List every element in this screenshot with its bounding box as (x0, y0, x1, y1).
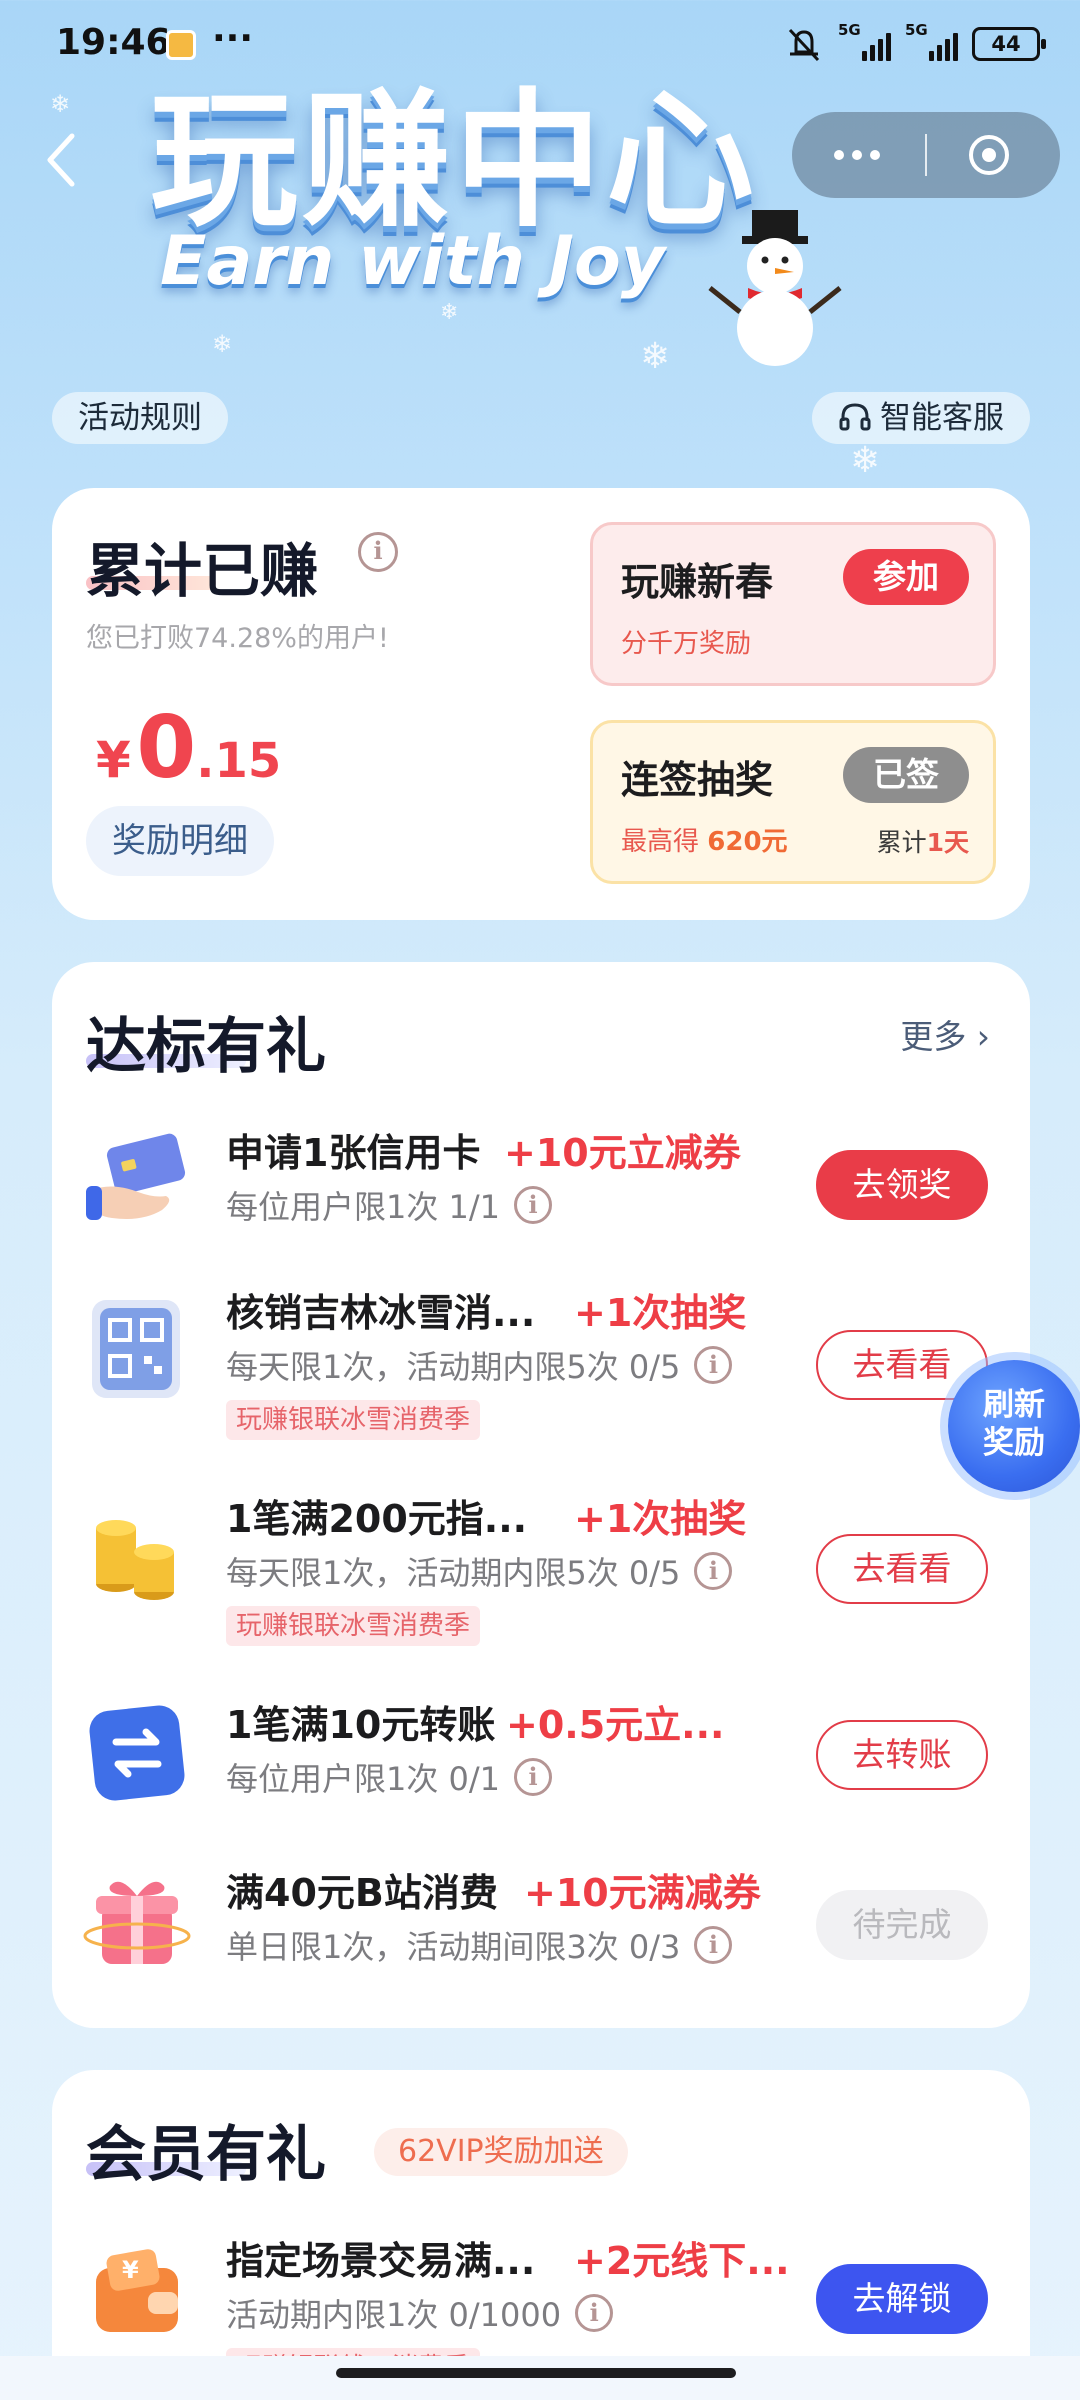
back-icon[interactable] (42, 130, 82, 190)
earnings-title: 累计已赚 (86, 537, 319, 605)
claim-reward-button[interactable]: 去领奖 (816, 1150, 988, 1220)
wallet-icon: ¥ (96, 2249, 178, 2332)
snowman-icon (708, 210, 842, 366)
earnings-card: 累计已赚 i 您已打败74.28%的用户! ¥ 0.15 奖励明细 玩赚新春 分… (52, 488, 1030, 920)
info-icon[interactable]: i (694, 1552, 733, 1590)
task-name: 核销吉林冰雪消... (226, 1291, 536, 1335)
vip-title: 会员有礼 (86, 2120, 326, 2190)
task-description: 单日限1次，活动期间限3次 0/3 i (226, 1922, 733, 1968)
info-icon[interactable]: i (514, 1186, 553, 1224)
amount-decimal: .15 (196, 733, 282, 789)
snowflake-icon: ❄ (50, 90, 71, 118)
info-icon[interactable]: i (514, 1758, 553, 1796)
task-item: 申请1张信用卡 +10元立减券 每位用户限1次 1/1 i 去领奖 (52, 1122, 1030, 1252)
mute-icon (788, 28, 820, 62)
join-button[interactable]: 参加 (843, 549, 969, 605)
checkin-title: 连签抽奖 (621, 758, 774, 802)
task-name: 1笔满200元指... (226, 1497, 528, 1541)
more-options-icon[interactable] (792, 112, 922, 198)
customer-service-button[interactable]: 智能客服 (812, 392, 1030, 444)
battery-icon: 44 (972, 27, 1046, 61)
task-name: 申请1张信用卡 (226, 1131, 481, 1175)
bottom-safe-area (0, 2356, 1080, 2400)
task-name: 满40元B站消费 (226, 1871, 498, 1915)
task-item: 1笔满10元转账 +0.5元立... 每位用户限1次 0/1 i 去转账 (52, 1694, 1030, 1824)
new-year-title: 玩赚新春 (621, 560, 774, 604)
refresh-rewards-button[interactable]: 刷新 奖励 (948, 1360, 1080, 1492)
more-link[interactable]: 更多 › (900, 1010, 990, 1058)
coins-icon (96, 1520, 174, 1600)
task-tag: 玩赚银联冰雪消费季 (226, 1606, 481, 1646)
task-description: 每位用户限1次 0/1 i (226, 1754, 553, 1800)
info-icon[interactable]: i (694, 1926, 733, 1964)
activity-rules-button[interactable]: 活动规则 (52, 392, 228, 444)
task-reward: +0.5元立... (506, 1703, 725, 1747)
earnings-amount: ¥ 0.15 (96, 698, 281, 798)
currency-symbol: ¥ (96, 731, 131, 789)
checkin-days: 累计1天 (876, 828, 969, 857)
snowflake-icon: ❄ (440, 300, 459, 325)
home-indicator[interactable] (336, 2368, 736, 2378)
pending-button: 待完成 (816, 1890, 988, 1960)
transfer-button[interactable]: 去转账 (816, 1720, 988, 1790)
signal-icon: 5G (838, 21, 891, 61)
amount-integer: 0 (136, 698, 197, 798)
task-reward: +10元满减券 (524, 1871, 761, 1915)
hero-subtitle: Earn with Joy (160, 222, 666, 301)
activity-rules-label: 活动规则 (78, 400, 202, 436)
mini-program-capsule (792, 112, 1060, 198)
close-icon[interactable] (966, 132, 1012, 178)
earnings-subtitle: 您已打败74.28%的用户! (86, 623, 389, 654)
customer-service-label: 智能客服 (880, 400, 1004, 436)
headset-icon (839, 403, 871, 431)
snowflake-icon: ❄ (212, 330, 233, 358)
signal-icon-2: 5G (905, 21, 958, 61)
transfer-icon (89, 1705, 185, 1801)
new-year-subtitle: 分千万奖励 (621, 629, 752, 659)
task-description: 活动期内限1次 0/1000 i (226, 2290, 614, 2336)
snowflake-icon: ❄ (640, 336, 671, 377)
task-reward: +10元立减券 (504, 1131, 741, 1175)
task-item: 1笔满200元指... +1次抽奖 每天限1次，活动期内限5次 0/5 i 玩赚… (52, 1488, 1030, 1658)
capsule-divider (925, 134, 927, 176)
view-button[interactable]: 去看看 (816, 1534, 988, 1604)
unlock-button[interactable]: 去解锁 (816, 2264, 988, 2334)
info-icon[interactable]: i (358, 532, 398, 572)
task-reward: +1次抽奖 (574, 1291, 747, 1335)
refresh-label-line2: 奖励 (983, 1425, 1045, 1461)
checkin-lottery-box[interactable]: 连签抽奖 最高得 620元 已签 累计1天 (590, 720, 996, 884)
task-name: 1笔满10元转账 (226, 1703, 496, 1747)
info-icon[interactable]: i (694, 1346, 733, 1384)
task-name: 指定场景交易满... (226, 2239, 536, 2283)
checkin-subtitle: 最高得 620元 (621, 827, 788, 857)
task-reward: +1次抽奖 (574, 1497, 747, 1541)
qr-code-icon (92, 1300, 180, 1398)
reward-detail-button[interactable]: 奖励明细 (86, 806, 274, 876)
vip-badge: 62VIP奖励加送 (374, 2128, 628, 2176)
task-item: 核销吉林冰雪消... +1次抽奖 每天限1次，活动期内限5次 0/5 i 玩赚银… (52, 1282, 1030, 1452)
status-icons: 5G 5G 44 (784, 21, 1046, 64)
snowflake-icon: ❄ (850, 440, 881, 481)
task-description: 每天限1次，活动期内限5次 0/5 i (226, 1548, 733, 1594)
signed-button[interactable]: 已签 (843, 747, 969, 803)
refresh-label-line1: 刷新 (983, 1387, 1045, 1423)
new-year-activity-box[interactable]: 玩赚新春 分千万奖励 参加 (590, 522, 996, 686)
task-item: 满40元B站消费 +10元满减券 单日限1次，活动期间限3次 0/3 i 待完成 (52, 1862, 1030, 1992)
tasks-title: 达标有礼 (86, 1012, 326, 1082)
vip-card: 会员有礼 62VIP奖励加送 ¥ 指定场景交易满... +2元线下... 活动期… (52, 2070, 1030, 2400)
task-reward: +2元线下... (574, 2239, 790, 2283)
gift-box-icon (83, 1881, 191, 1964)
svg-text:¥: ¥ (122, 2256, 139, 2284)
tasks-card: 达标有礼 更多 › 申请1张信用卡 +10元立减券 每位用户限1次 1/1 i … (52, 962, 1030, 2028)
info-icon[interactable]: i (575, 2294, 614, 2332)
task-tag: 玩赚银联冰雪消费季 (226, 1400, 481, 1440)
task-description: 每天限1次，活动期内限5次 0/5 i (226, 1342, 733, 1388)
task-description: 每位用户限1次 1/1 i (226, 1182, 553, 1228)
credit-card-icon (86, 1133, 186, 1220)
